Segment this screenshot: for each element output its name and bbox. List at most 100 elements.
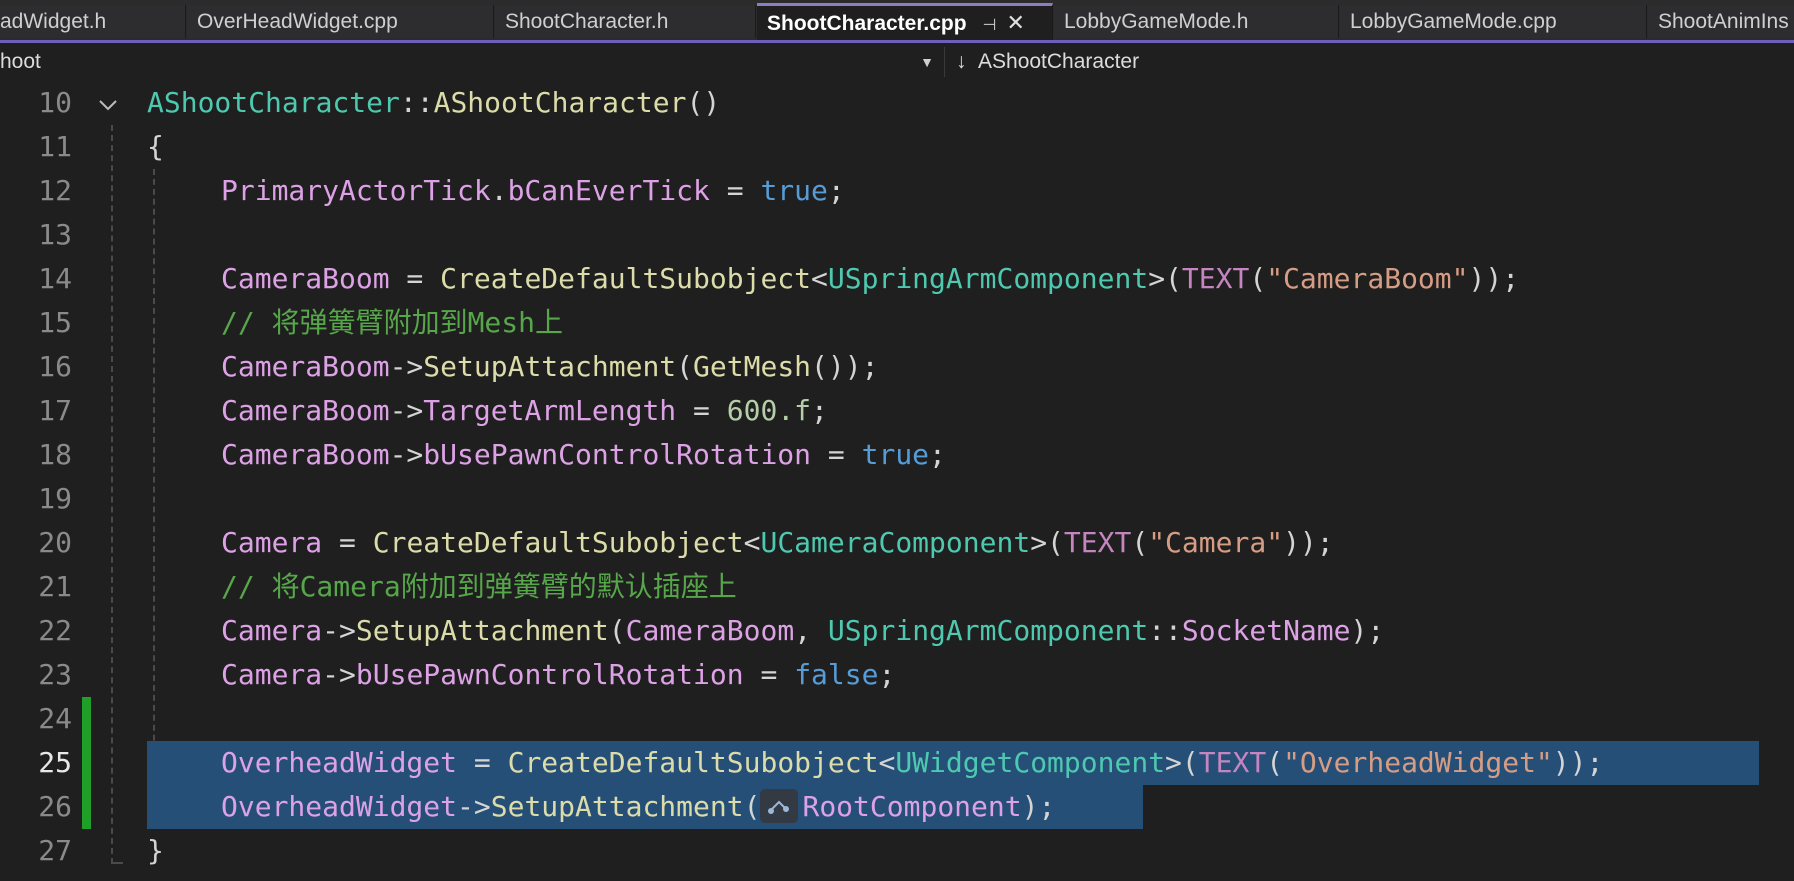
token: CameraBoom: [625, 614, 795, 647]
code-text: Camera->SetupAttachment(CameraBoom, USpr…: [221, 609, 1384, 653]
token: "CameraBoom": [1266, 262, 1469, 295]
line-number: 19: [38, 482, 72, 515]
member-dropdown[interactable]: ↓ AShootCharacter: [950, 47, 1780, 77]
chevron-down-icon: ▼: [920, 54, 934, 70]
member-arrow-icon: ↓: [956, 50, 967, 73]
token: RootComponent: [802, 790, 1022, 823]
token: }: [147, 834, 164, 867]
token: ;: [827, 174, 845, 207]
token: "Camera": [1148, 526, 1284, 559]
tab-label: ShootCharacter.cpp: [767, 12, 967, 35]
line-number: 23: [38, 658, 72, 691]
pin-icon[interactable]: ⊣: [983, 9, 997, 40]
token: UCameraComponent: [760, 526, 1031, 559]
token: GetMesh: [693, 350, 812, 383]
close-icon[interactable]: ✕: [1006, 6, 1024, 39]
token: (: [743, 790, 761, 823]
token: {: [147, 130, 164, 163]
token: =: [811, 438, 862, 471]
line-number: 11: [38, 130, 72, 163]
token: =: [457, 746, 508, 779]
comment: // 将Camera附加到弹簧臂的默认插座上: [221, 570, 737, 603]
token: );: [1350, 614, 1385, 647]
code-line: 18 CameraBoom->bUsePawnControlRotation =…: [0, 433, 1794, 477]
code-text: Camera->bUsePawnControlRotation = false;: [221, 653, 895, 697]
token: ;: [929, 438, 946, 471]
code-line: 27 }: [0, 829, 1794, 873]
token: (: [1249, 262, 1267, 295]
token: OverheadWidget: [221, 746, 458, 779]
token: PrimaryActorTick: [221, 174, 491, 207]
token: SetupAttachment: [423, 350, 677, 383]
token: TEXT: [1063, 526, 1132, 559]
code-editor[interactable]: 10 AShootCharacter::AShootCharacter() 11…: [0, 81, 1794, 881]
token: ;: [811, 394, 828, 427]
fold-chevron-icon[interactable]: [96, 91, 120, 115]
parameter-hint-icon[interactable]: [760, 789, 799, 823]
token: SetupAttachment: [355, 614, 609, 647]
line-number: 12: [38, 174, 72, 207]
code-text: {: [147, 125, 164, 169]
code-line: 25 OverheadWidget = CreateDefaultSubobje…: [0, 741, 1794, 785]
token: USpringArmComponent: [827, 262, 1149, 295]
token: USpringArmComponent: [827, 614, 1149, 647]
tab-lobbygamemode-cpp[interactable]: LobbyGameMode.cpp: [1340, 5, 1647, 38]
code-text: PrimaryActorTick.bCanEverTick = true;: [221, 169, 845, 213]
code-line: 19: [0, 477, 1794, 521]
token: true: [861, 438, 930, 471]
token: bCanEverTick: [507, 174, 710, 207]
token: Camera: [221, 658, 323, 691]
line-number: 18: [38, 438, 72, 471]
code-line: 24: [0, 697, 1794, 741]
code-text: CameraBoom->bUsePawnControlRotation = tr…: [221, 433, 946, 477]
token: ));: [1468, 262, 1520, 295]
token: =: [389, 262, 441, 295]
token: ::: [399, 86, 434, 119]
tab-label: OverHeadWidget.cpp: [197, 10, 398, 33]
tab-adwidget-h[interactable]: adWidget.h: [0, 5, 186, 38]
token: AShootCharacter: [147, 86, 400, 119]
tab-label: LobbyGameMode.h: [1064, 10, 1249, 33]
scope-dropdown[interactable]: hoot ▼: [0, 47, 945, 77]
token: <: [878, 746, 896, 779]
token: ->: [389, 394, 424, 427]
code-text: OverheadWidget->SetupAttachment( RootComp…: [221, 785, 1055, 829]
navigation-bar: hoot ▼ ↓ AShootCharacter: [0, 43, 1794, 82]
line-number: 25: [38, 746, 72, 779]
tab-label: ShootAnimIns: [1658, 10, 1789, 33]
token: ->: [457, 790, 491, 823]
token: (: [1266, 746, 1284, 779]
line-number: 17: [38, 394, 72, 427]
token: ));: [1552, 746, 1604, 779]
token: OverheadWidget: [221, 790, 458, 823]
code-line: 15 // 将弹簧臂附加到Mesh上: [0, 301, 1794, 345]
code-line: 23 Camera->bUsePawnControlRotation = fal…: [0, 653, 1794, 697]
line-number: 16: [38, 350, 72, 383]
code-line: 11 {: [0, 125, 1794, 169]
token: =: [743, 658, 795, 691]
token: AShootCharacter: [433, 86, 687, 119]
token: ());: [811, 350, 879, 383]
code-text: CameraBoom = CreateDefaultSubobject<USpr…: [221, 257, 1519, 301]
tab-lobbygamemode-h[interactable]: LobbyGameMode.h: [1054, 5, 1339, 38]
token: >(: [1165, 746, 1199, 779]
tab-overheadwidget-cpp[interactable]: OverHeadWidget.cpp: [187, 5, 494, 38]
token: UWidgetComponent: [895, 746, 1166, 779]
line-number: 27: [38, 834, 72, 867]
token: TEXT: [1198, 746, 1267, 779]
token: CreateDefaultSubobject: [372, 526, 744, 559]
tab-shootaniminstance[interactable]: ShootAnimIns: [1648, 5, 1794, 38]
token: CameraBoom: [221, 350, 390, 383]
tab-shootcharacter-h[interactable]: ShootCharacter.h: [495, 5, 756, 38]
token: =: [709, 174, 761, 207]
token: ::: [1148, 614, 1182, 647]
line-number: 14: [38, 262, 72, 295]
tab-shootcharacter-cpp[interactable]: ShootCharacter.cpp ⊣ ✕: [757, 3, 1053, 40]
token: SetupAttachment: [490, 790, 744, 823]
line-number: 13: [38, 218, 72, 251]
code-line: 10 AShootCharacter::AShootCharacter(): [0, 81, 1794, 125]
code-line: 26 OverheadWidget->SetupAttachment(RootC…: [0, 785, 1794, 829]
token: CreateDefaultSubobject: [507, 746, 879, 779]
code-text: OverheadWidget = CreateDefaultSubobject<…: [221, 741, 1603, 785]
tab-label: LobbyGameMode.cpp: [1350, 10, 1557, 33]
